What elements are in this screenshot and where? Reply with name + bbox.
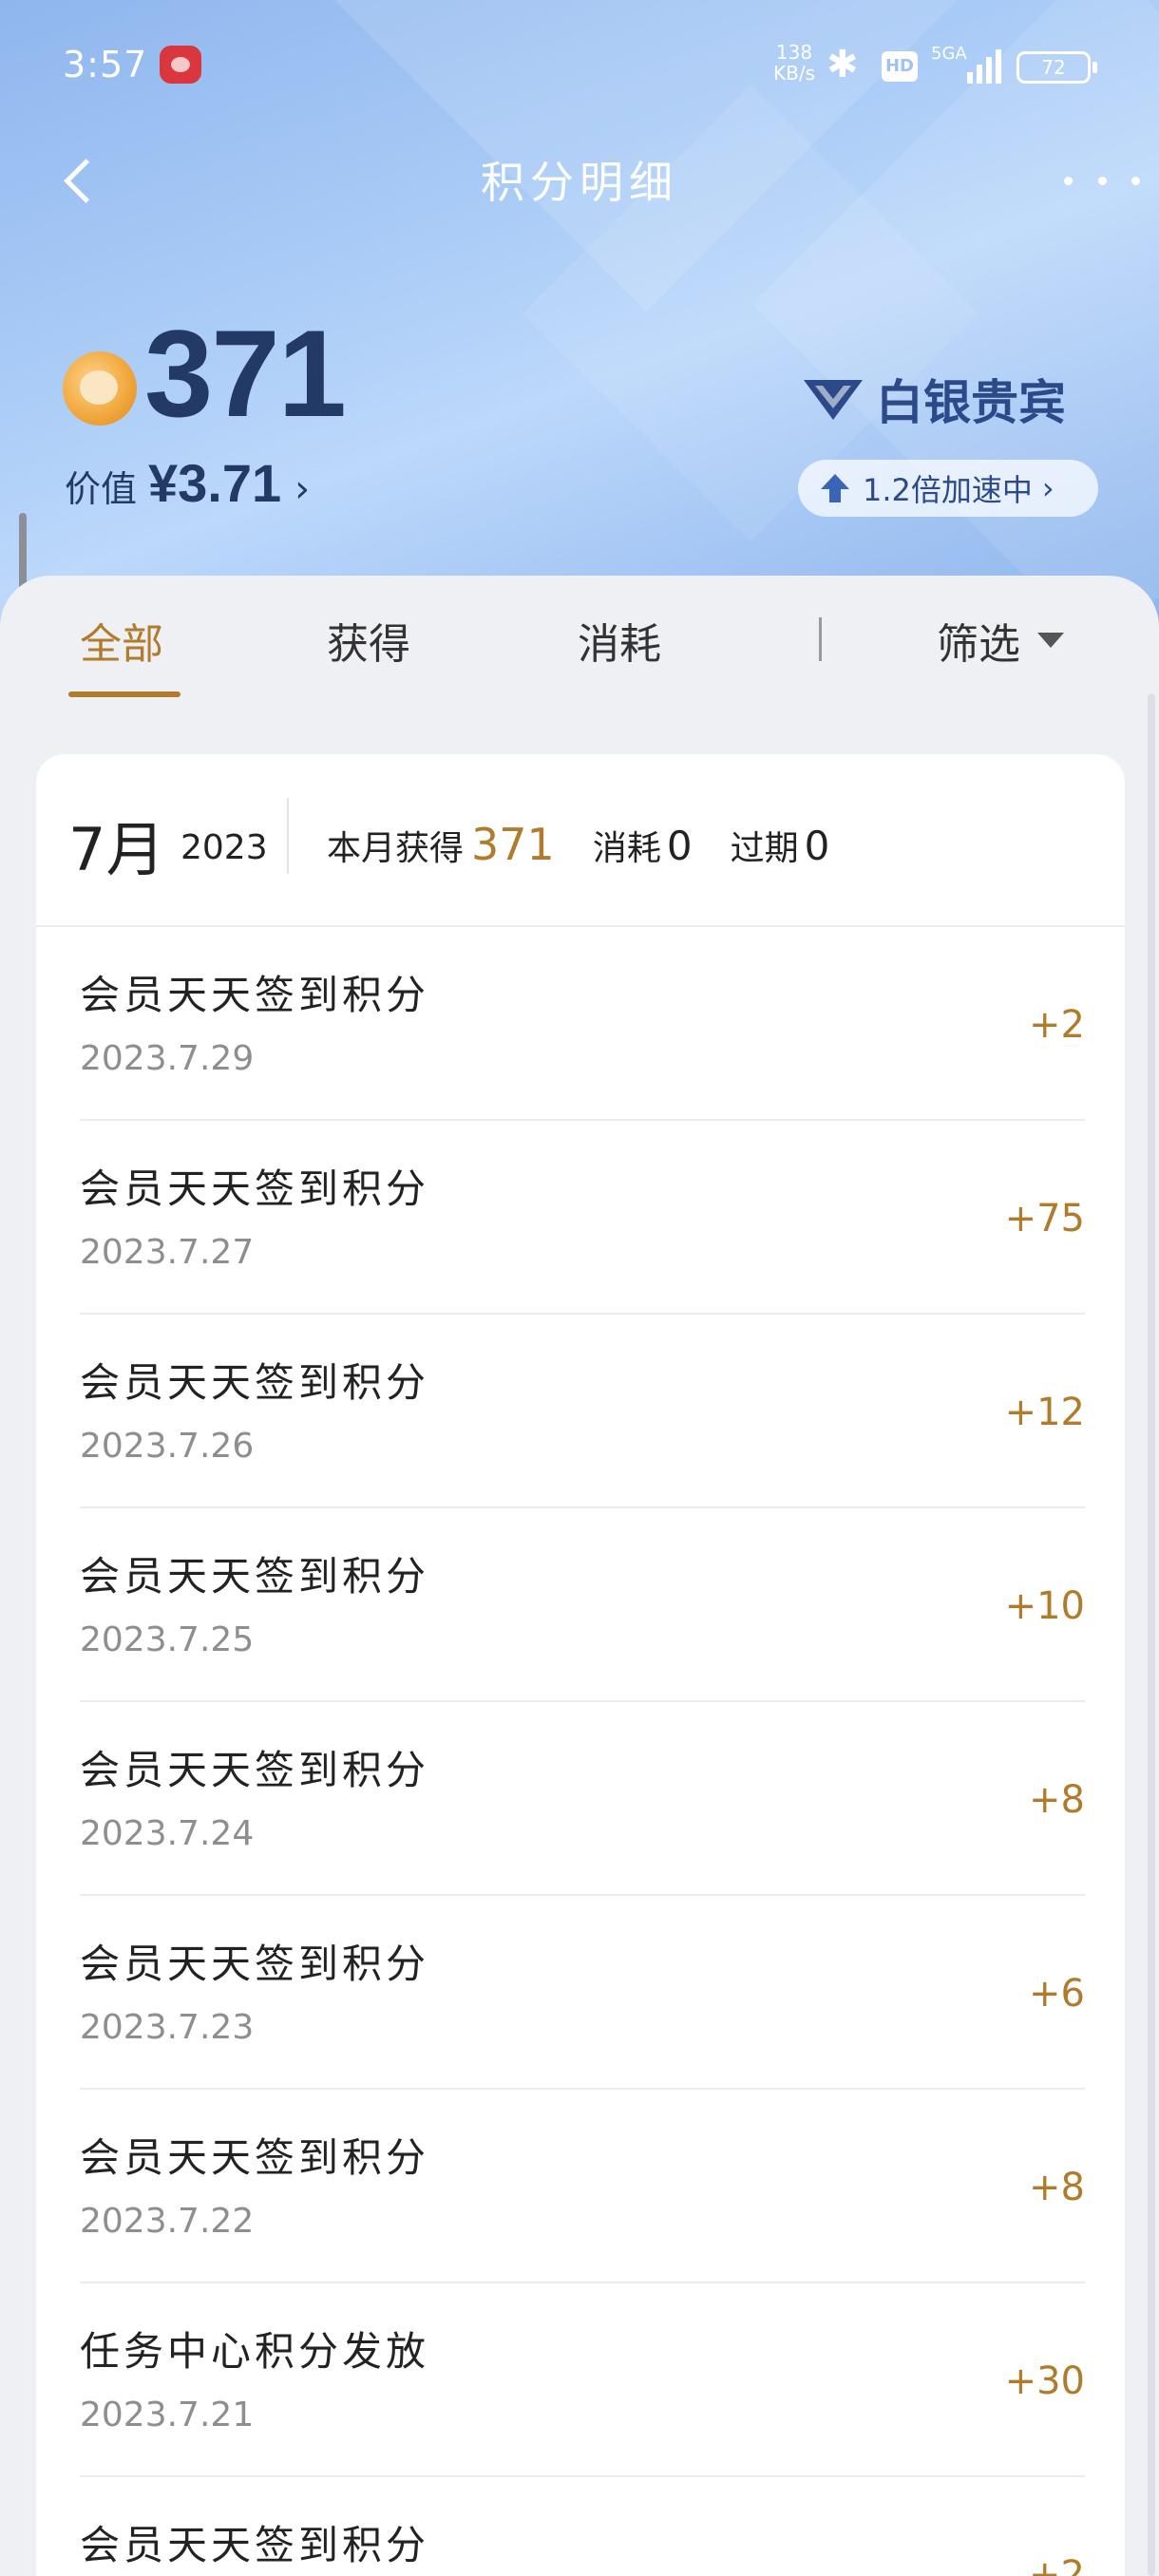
record-date: 2023.7.24 <box>80 1814 255 1853</box>
record-date: 2023.7.22 <box>80 2202 255 2241</box>
record-title: 任务中心积分发放 <box>80 2328 430 2375</box>
divider <box>287 798 289 874</box>
record-title: 会员天天签到积分 <box>80 1165 430 1212</box>
points-balance: 371 <box>144 304 347 443</box>
tab-divider <box>819 617 822 661</box>
network-speed: 138 KB/s <box>771 42 817 84</box>
tab-all[interactable]: 全部 <box>80 610 163 671</box>
list-item[interactable]: 会员天天签到积分 2023.7.26 +12 <box>80 1315 1085 1508</box>
list-item[interactable]: 会员天天签到积分 2023.7.23 +6 <box>80 1896 1085 2090</box>
coin-icon <box>63 351 137 426</box>
hd-icon: HD <box>882 51 918 82</box>
records-list: 会员天天签到积分 2023.7.29 +2 会员天天签到积分 2023.7.27… <box>36 927 1125 2576</box>
tier-badge[interactable]: 白银贵宾 <box>800 365 1066 433</box>
record-date: 2023.7.23 <box>80 2008 255 2047</box>
points-worth-label: 价值 <box>65 468 138 510</box>
network-type: 5GA <box>931 44 967 64</box>
active-tab-indicator <box>68 691 180 697</box>
network-speed-value: 138 <box>775 41 813 64</box>
list-item[interactable]: 会员天天签到积分 2023.7.29 +2 <box>80 927 1085 1121</box>
more-dots-icon[interactable] <box>1064 152 1140 209</box>
scrollbar-track[interactable] <box>1148 693 1155 2576</box>
expired-value: 0 <box>804 823 830 869</box>
filter-label: 筛选 <box>937 620 1020 669</box>
battery-icon: 72 <box>1016 51 1097 84</box>
chevron-right-icon: › <box>1041 470 1054 506</box>
arrow-up-icon <box>821 474 849 502</box>
tab-spend[interactable]: 消耗 <box>578 610 661 671</box>
year-label: 2023 <box>180 828 268 867</box>
list-item[interactable]: 会员天天签到积分 2023.7.25 +10 <box>80 1508 1085 1702</box>
chevron-right-icon: › <box>294 467 311 511</box>
filter-tabs: 全部 获得 消耗 筛选 <box>0 576 1159 709</box>
diamond-icon <box>804 380 863 420</box>
month-label: 7月 <box>68 815 165 884</box>
month-summary: 本月获得 371 消耗 0 过期 0 <box>327 819 867 870</box>
record-points: +12 <box>1004 1391 1085 1434</box>
network-speed-unit: KB/s <box>773 62 815 85</box>
record-points: +75 <box>1004 1197 1085 1241</box>
record-points: +10 <box>1004 1584 1085 1628</box>
list-item[interactable]: 会员天天签到积分 2023.7.27 +75 <box>80 1121 1085 1315</box>
record-title: 会员天天签到积分 <box>80 1359 430 1406</box>
month-header: 7月 2023 本月获得 371 消耗 0 过期 0 <box>36 754 1125 927</box>
record-title: 会员天天签到积分 <box>80 1941 430 1987</box>
boost-label: 1.2倍加速中 <box>863 472 1033 508</box>
earned-label: 本月获得 <box>327 829 465 868</box>
signal-icon <box>967 47 1005 84</box>
filter-dropdown[interactable]: 筛选 <box>937 610 1064 671</box>
record-date: 2023.7.25 <box>80 1620 255 1659</box>
spent-value: 0 <box>666 823 693 869</box>
expired-label: 过期 <box>730 829 799 868</box>
notification-app-icon <box>160 46 201 84</box>
record-points: +6 <box>1029 1972 1085 2016</box>
status-bar: 3:57 138 KB/s ✱ HD 5GA 72 <box>0 0 1159 133</box>
tier-name: 白银贵宾 <box>876 375 1066 430</box>
record-points: +8 <box>1029 2166 1085 2209</box>
record-title: 会员天天签到积分 <box>80 2134 430 2181</box>
month-card: 7月 2023 本月获得 371 消耗 0 过期 0 会员天天签到积分 2023… <box>36 754 1125 2576</box>
page-title: 积分明细 <box>481 157 678 208</box>
record-title: 会员天天签到积分 <box>80 972 430 1018</box>
boost-status-button[interactable]: 1.2倍加速中 › <box>798 460 1098 517</box>
record-points: +8 <box>1029 1778 1085 1822</box>
record-title: 会员天天签到积分 <box>80 1553 430 1600</box>
tab-earn[interactable]: 获得 <box>327 610 410 671</box>
record-date: 2023.7.21 <box>80 2396 255 2434</box>
record-date: 2023.7.29 <box>80 1039 255 1078</box>
list-item[interactable]: 会员天天签到积分 2023.7.22 +8 <box>80 2090 1085 2283</box>
record-date: 2023.7.27 <box>80 1233 255 1272</box>
record-date: 2023.7.26 <box>80 1427 255 1466</box>
points-worth-value: ¥3.71 <box>148 453 282 513</box>
caret-down-icon <box>1037 633 1064 648</box>
list-item[interactable]: 会员天天签到积分 +2 <box>80 2477 1085 2576</box>
record-title: 会员天天签到积分 <box>80 1747 430 1793</box>
points-worth-link[interactable]: 价值 ¥3.71 › <box>65 452 310 514</box>
record-points: +2 <box>1029 2553 1085 2576</box>
record-points: +2 <box>1029 1003 1085 1047</box>
record-title: 会员天天签到积分 <box>80 2522 430 2568</box>
list-item[interactable]: 任务中心积分发放 2023.7.21 +30 <box>80 2283 1085 2477</box>
spent-label: 消耗 <box>592 829 661 868</box>
status-time: 3:57 <box>63 44 148 85</box>
record-points: +30 <box>1004 2359 1085 2403</box>
list-item[interactable]: 会员天天签到积分 2023.7.24 +8 <box>80 1702 1085 1896</box>
earned-value: 371 <box>471 819 555 870</box>
bluetooth-icon: ✱ <box>826 43 859 86</box>
